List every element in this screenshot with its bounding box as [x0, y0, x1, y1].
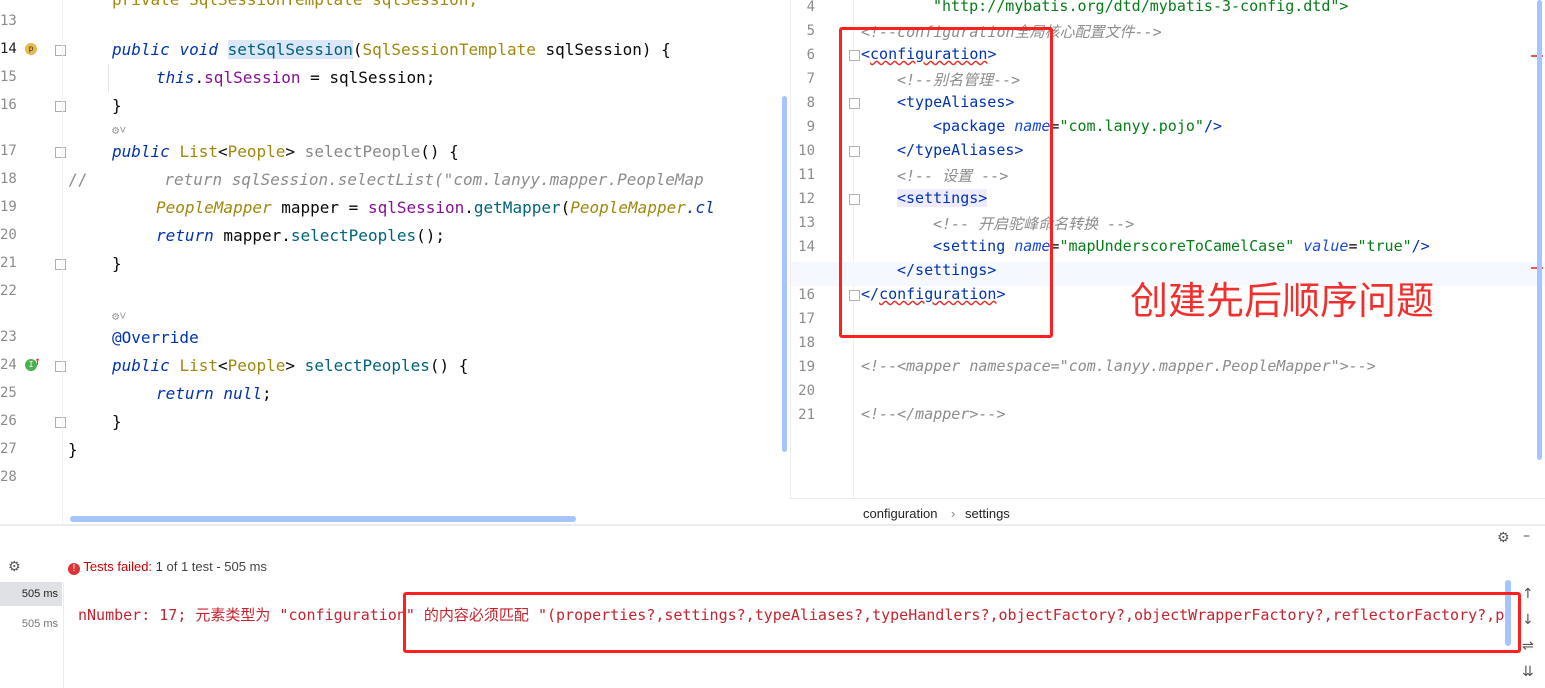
- test-time[interactable]: 505 ms: [0, 612, 62, 636]
- code-line: // return sqlSession.selectList("com.lan…: [68, 170, 704, 189]
- line-number: 18: [0, 171, 17, 187]
- code-line: private SqlSessionTemplate sqlSession;: [112, 0, 478, 14]
- fold-marker-icon[interactable]: [55, 417, 66, 428]
- fold-marker-icon[interactable]: [55, 101, 66, 112]
- tests-status: ! Tests failed: 1 of 1 test - 505 ms: [68, 559, 267, 575]
- annotation-box-console: [403, 592, 1521, 653]
- fold-marker-icon[interactable]: [55, 147, 66, 158]
- line-number: 11: [798, 167, 815, 183]
- test-time[interactable]: 505 ms: [0, 582, 62, 606]
- implements-marker-icon[interactable]: p: [25, 43, 37, 55]
- line-number-gutter: 13 14 15 16 17 18 19 20 21 22 23 24 25 2…: [0, 0, 60, 524]
- line-number: 28: [0, 469, 17, 485]
- code-line: this.sqlSession = sqlSession;: [156, 68, 436, 87]
- gear-icon[interactable]: ⚙: [1497, 530, 1510, 546]
- line-number: 7: [806, 71, 815, 87]
- line-number: 20: [798, 383, 815, 399]
- xml-line: <!--</mapper>-->: [861, 405, 1006, 423]
- line-number: 27: [0, 441, 17, 457]
- line-number: 23: [0, 329, 17, 345]
- gutter-divider: [62, 0, 63, 524]
- line-number: 13: [798, 215, 815, 231]
- line-number: 21: [0, 255, 17, 271]
- arrow-up-icon[interactable]: ↑: [1522, 586, 1534, 602]
- fold-marker-icon[interactable]: [55, 45, 66, 56]
- arrow-down-icon[interactable]: ↓: [1522, 612, 1534, 628]
- line-number: 20: [0, 227, 17, 243]
- line-number: 6: [806, 47, 815, 63]
- line-number: 17: [0, 143, 17, 159]
- line-number: 19: [798, 359, 815, 375]
- gear-icon[interactable]: ⚙: [8, 559, 21, 575]
- line-number: 15: [0, 69, 17, 85]
- line-number: 9: [806, 119, 815, 135]
- line-number: 18: [798, 335, 815, 351]
- horizontal-scrollbar[interactable]: [70, 516, 576, 522]
- vertical-scrollbar[interactable]: [782, 96, 787, 452]
- java-editor[interactable]: 13 14 15 16 17 18 19 20 21 22 23 24 25 2…: [0, 0, 790, 524]
- line-number: 14: [0, 41, 17, 57]
- code-area[interactable]: private SqlSessionTemplate sqlSession; p…: [68, 0, 715, 504]
- line-number: 19: [0, 199, 17, 215]
- annotation-box-xml: [839, 27, 1053, 338]
- line-number: 10: [798, 143, 815, 159]
- line-number: 5: [806, 23, 815, 39]
- breadcrumb-item-settings[interactable]: settings: [965, 506, 1010, 521]
- xml-line: "http://mybatis.org/dtd/mybatis-3-config…: [933, 0, 1349, 15]
- code-line: public List<People> selectPeoples() {: [112, 356, 469, 375]
- code-line: PeopleMapper mapper = sqlSession.getMapp…: [156, 198, 715, 217]
- wrap-icon[interactable]: ⇌: [1522, 638, 1534, 654]
- fold-marker-icon[interactable]: [55, 361, 66, 372]
- line-number: 26: [0, 413, 17, 429]
- code-line: }: [112, 412, 122, 431]
- line-number: 12: [798, 191, 815, 207]
- test-tree[interactable]: 505 ms 505 ms: [0, 582, 64, 688]
- line-number: 25: [0, 385, 17, 401]
- line-number: 16: [798, 287, 815, 303]
- status-prefix: Tests failed:: [83, 559, 156, 574]
- breadcrumb-separator: ›: [951, 506, 956, 521]
- code-line: public List<People> selectPeople() {: [112, 142, 459, 161]
- line-number: 4: [806, 0, 815, 15]
- xml-line: <!--<mapper namespace="com.lanyy.mapper.…: [861, 357, 1376, 375]
- code-line: }: [112, 254, 122, 273]
- line-number: 13: [0, 13, 17, 29]
- status-suffix: of 1 test - 505 ms: [162, 559, 267, 574]
- code-line: @Override: [112, 328, 199, 347]
- line-number: 8: [806, 95, 815, 111]
- error-icon: !: [68, 563, 80, 575]
- failed-count: 1: [155, 559, 163, 574]
- breadcrumb-item-configuration[interactable]: configuration: [863, 506, 937, 521]
- line-number: 21: [798, 407, 815, 423]
- code-line: return mapper.selectPeoples();: [156, 226, 446, 245]
- scroll-to-end-icon[interactable]: ⇊: [1522, 664, 1534, 680]
- code-line: }: [68, 440, 78, 459]
- arrow-up-icon: ↑: [34, 354, 42, 368]
- vertical-scrollbar[interactable]: [1537, 0, 1542, 460]
- breadcrumb: configuration › settings: [790, 498, 1545, 525]
- line-number: 22: [0, 283, 17, 299]
- line-number: 17: [798, 311, 815, 327]
- line-number: 16: [0, 97, 17, 113]
- code-line: return null;: [156, 384, 272, 403]
- line-number: 24: [0, 357, 17, 373]
- line-number: 14: [798, 239, 815, 255]
- annotation-label: 创建先后顺序问题: [1130, 279, 1435, 323]
- fold-marker-icon[interactable]: [55, 259, 66, 270]
- code-line: public void setSqlSession(SqlSessionTemp…: [112, 40, 671, 59]
- minimize-icon[interactable]: –: [1523, 528, 1530, 544]
